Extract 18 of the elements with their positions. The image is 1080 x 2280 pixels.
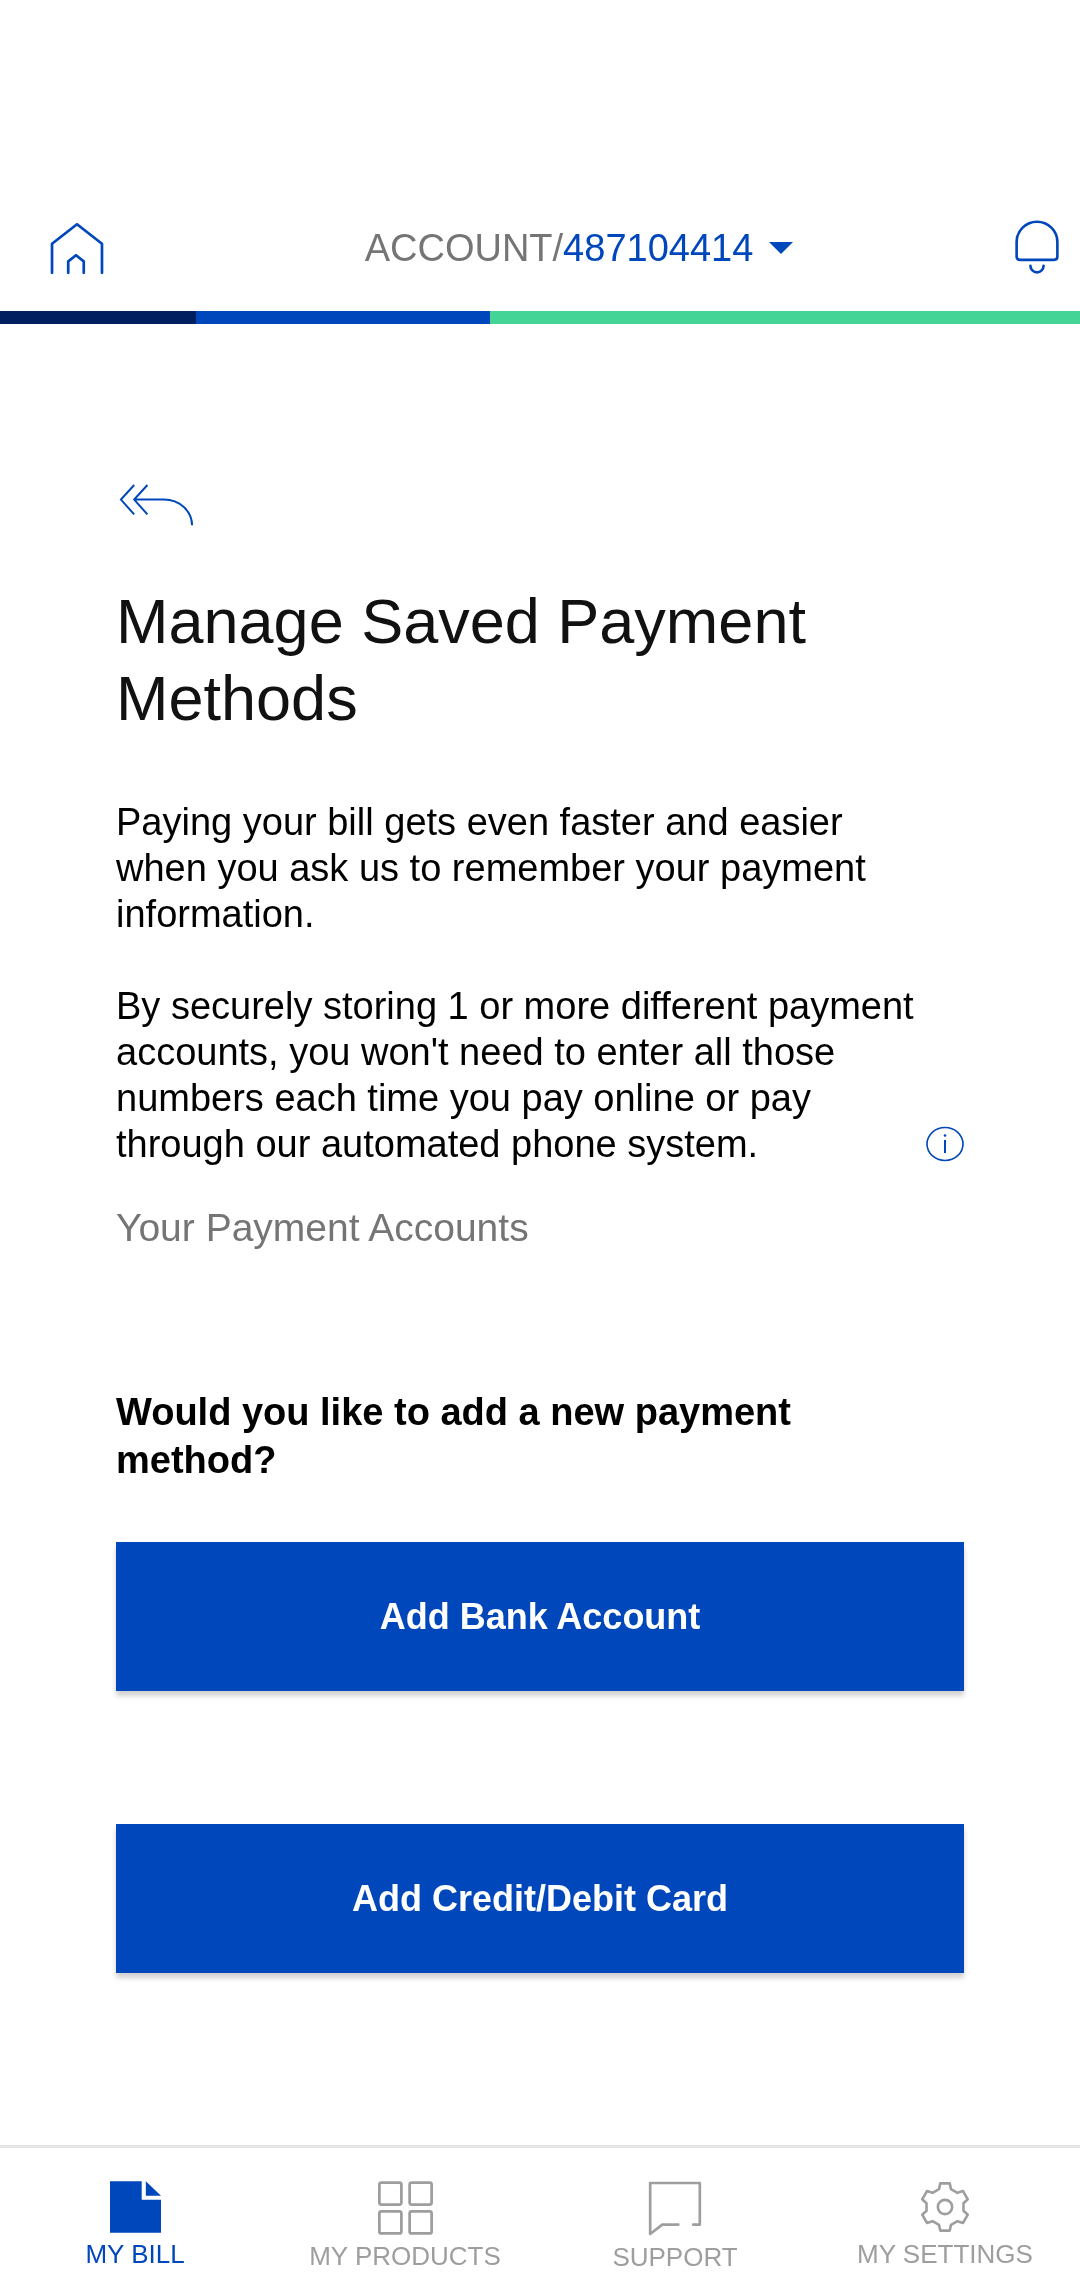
section-label: Your Payment Accounts [116,1205,530,1251]
primary-button[interactable]: Add Credit/Debit Card [116,1824,964,1973]
account-dropdown[interactable]: ACCOUNT/487104414 [364,225,794,271]
settings-icon [919,2181,971,2233]
grid-icon [377,2181,433,2235]
nav-tab[interactable]: MY BILL [85,2181,185,2269]
back-arrow-icon[interactable] [119,484,194,527]
bell-icon[interactable] [1014,219,1060,277]
description-text: By securely storing 1 or more different payment accounts, you won't need to enter all those numbers each time you pay online or pay through our automated phone system. [116,984,914,1167]
description-text: Paying your bill gets even faster and easier when you ask us to remember your payment information. [116,800,867,937]
chat-bubble-icon [648,2181,702,2236]
question-text: Would you like to add a new payment method? [116,1390,792,1483]
primary-button[interactable]: Add Bank Account [116,1542,964,1691]
caret-icon [769,242,794,254]
document-icon [109,2181,161,2233]
page-title: Manage Saved Payment Methods [116,585,807,735]
home-icon[interactable] [50,221,104,275]
info-icon[interactable] [926,1126,964,1162]
